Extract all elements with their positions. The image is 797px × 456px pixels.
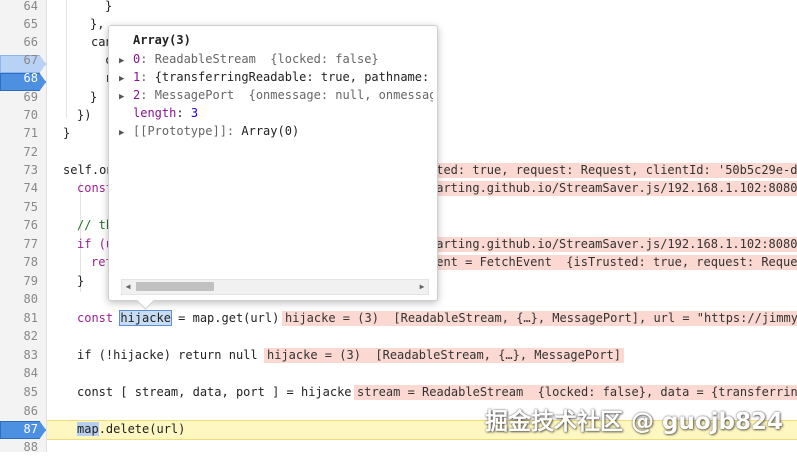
popover-item-0[interactable]: ▶ 0: ReadableStream {locked: false} [119, 50, 433, 68]
popover-item-1[interactable]: ▶ 1: {transferringReadable: true, pathnam… [119, 68, 433, 86]
variable-preview-popover[interactable]: ▼Array(3) ▶0: ReadableStream {locked: fa… [108, 25, 438, 310]
line-number[interactable]: 75 [0, 198, 38, 216]
watermark: 掘金技术社区 @ guojb824 [484, 409, 783, 435]
inline-value-74: warting.github.io/StreamSaver.js/192.168… [426, 181, 797, 196]
code-token: const [77, 311, 121, 325]
code-line-69[interactable]: } [90, 88, 97, 106]
line-number[interactable]: 76 [0, 216, 38, 234]
expand-triangle-icon[interactable]: ▶ [119, 52, 133, 68]
line-number[interactable]: 83 [0, 346, 38, 364]
line-number[interactable]: 77 [0, 235, 38, 253]
code-line-81[interactable]: const hijacke = map.get(url) [77, 309, 279, 327]
indent-guide [66, 0, 67, 118]
line-number[interactable]: 66 [0, 33, 38, 51]
code-line-83[interactable]: if (!hijacke) return null [77, 346, 258, 364]
expand-triangle-icon[interactable]: ▶ [119, 70, 133, 86]
length-value: 3 [190, 106, 199, 120]
expand-triangle-icon[interactable]: ▶ [119, 124, 133, 140]
scroll-right-icon[interactable]: ▶ [416, 280, 428, 294]
code-line-64[interactable]: } [105, 0, 112, 15]
line-number[interactable]: 68 [0, 69, 38, 87]
inline-value-77: warting.github.io/StreamSaver.js/192.168… [426, 237, 797, 252]
line-number[interactable]: 87 [0, 420, 38, 438]
item-value: {transferringReadable: true, pathname: ' [154, 70, 433, 84]
code-line-65[interactable]: }, [90, 15, 104, 33]
line-number[interactable]: 81 [0, 309, 38, 327]
inline-value-85: stream = ReadableStream {locked: false},… [354, 385, 797, 400]
line-number[interactable]: 79 [0, 272, 38, 290]
inline-value-81: hijacke = (3) [ReadableStream, {…}, Mess… [282, 311, 797, 326]
code-line-79[interactable]: } [77, 272, 84, 290]
code-token-map: map [77, 422, 99, 436]
popover-title-text: Array(3) [133, 33, 191, 47]
scroll-left-icon[interactable]: ◀ [122, 280, 134, 294]
popover-title[interactable]: ▼Array(3) [119, 31, 433, 49]
line-number[interactable]: 84 [0, 364, 38, 382]
code-line-73[interactable]: self.on [63, 161, 114, 179]
popover-prototype[interactable]: ▶ [[Prototype]]: Array(0) [119, 122, 433, 140]
length-key: length [133, 106, 177, 120]
line-number[interactable]: 73 [0, 161, 38, 179]
line-number[interactable]: 70 [0, 106, 38, 124]
popover-horizontal-scrollbar[interactable]: ◀ ▶ [121, 279, 429, 295]
prototype-value: Array(0) [241, 124, 300, 138]
code-line-87[interactable]: map.delete(url) [77, 420, 185, 438]
popover-length: ▶length: 3 [133, 106, 199, 120]
line-number[interactable]: 85 [0, 383, 38, 401]
line-number[interactable]: 71 [0, 124, 38, 142]
line-number[interactable]: 74 [0, 179, 38, 197]
code-line-85[interactable]: const [ stream, data, port ] = hijacke [77, 383, 352, 401]
hovered-variable-hijacke[interactable]: hijacke [119, 310, 172, 326]
item-value: ReadableStream {locked: false} [154, 52, 379, 66]
code-line-71[interactable]: } [63, 124, 70, 142]
line-number[interactable]: 67 [0, 51, 38, 69]
line-number[interactable]: 65 [0, 15, 38, 33]
expand-triangle-icon[interactable]: ▶ [119, 88, 133, 104]
line-number[interactable]: 88 [0, 438, 38, 456]
inline-value-83: hijacke = (3) [ReadableStream, {…}, Mess… [264, 348, 625, 363]
code-token: = map.get(url) [170, 311, 280, 325]
line-number[interactable]: 69 [0, 88, 38, 106]
line-number[interactable]: 86 [0, 402, 38, 420]
popover-item-2[interactable]: ▶ 2: MessagePort {onmessage: null, onmess… [119, 86, 433, 104]
item-value: MessagePort {onmessage: null, onmessage [154, 88, 433, 102]
line-number[interactable]: 64 [0, 0, 38, 15]
prototype-key: [[Prototype]] [133, 124, 227, 138]
line-number[interactable]: 78 [0, 253, 38, 271]
scrollbar-thumb[interactable] [136, 282, 214, 291]
inline-value-78: vent = FetchEvent {isTrusted: true, requ… [426, 255, 797, 270]
line-number[interactable]: 82 [0, 327, 38, 345]
code-token: .delete(url) [98, 422, 186, 436]
line-number[interactable]: 72 [0, 143, 38, 161]
line-number[interactable]: 80 [0, 290, 38, 308]
inline-value-73: sted: true, request: Request, clientId: … [426, 163, 797, 178]
code-line-70[interactable]: }) [77, 106, 91, 124]
